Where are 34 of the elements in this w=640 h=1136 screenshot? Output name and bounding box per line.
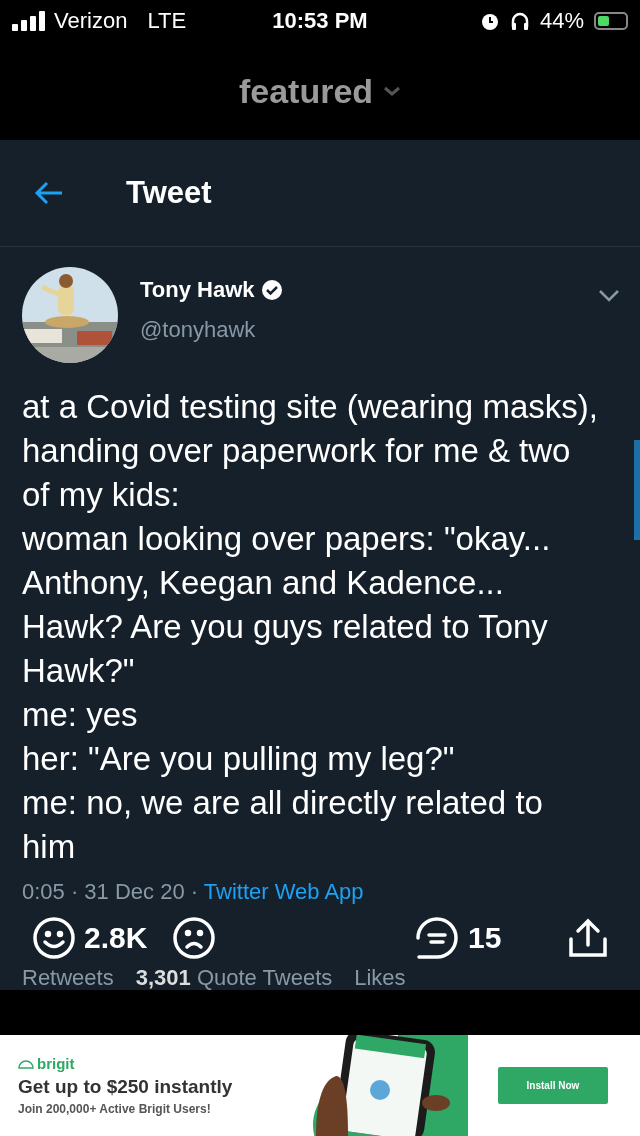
clock-time: 10:53 PM [272, 8, 368, 33]
scrollbar[interactable] [634, 440, 640, 540]
author-name[interactable]: Tony Hawk [140, 277, 255, 303]
install-button[interactable]: Install Now [498, 1067, 608, 1104]
chevron-down-icon[interactable] [598, 289, 620, 303]
share-icon[interactable] [567, 917, 609, 959]
tweet-timestamp: 0:05 · 31 Dec 20 · [22, 879, 200, 904]
author-handle[interactable]: @tonyhawk [140, 317, 576, 343]
tweet-text: at a Covid testing site (wearing masks), handing over paperwork for me & two of my kids: woman looking over papers: "okay... Anthony, Keegan and Kadence... Hawk? Are you guys related to Tony Hawk?" me: yes her: "Are you pulling my leg?" me: no, we are all directly related to him [22, 387, 599, 867]
battery-percent: 44% [539, 8, 584, 34]
reaction-count: 15 [468, 921, 502, 955]
ad-headline: Get up to $250 instantly [18, 1076, 234, 1098]
feed-title[interactable]: featured [238, 71, 374, 111]
battery-icon [594, 12, 628, 30]
alarm-icon [479, 11, 500, 31]
brand-logo-icon [18, 1058, 34, 1069]
chevron-down-icon[interactable] [383, 86, 402, 96]
tweet-stat[interactable]: Likes [354, 965, 406, 991]
ad-subline: Join 200,000+ Active Brigit Users! [18, 1102, 212, 1116]
signal-icon [12, 11, 46, 31]
brand-name: brigit [37, 1055, 75, 1072]
ad-banner[interactable]: brigit Get up to $250 instantly Join 200,000+ Active Brigit Users! Install Now [0, 1035, 640, 1136]
reaction-count: 2.8K [84, 921, 148, 955]
tweet-stat[interactable]: 3,301 Quote Tweets [135, 965, 333, 991]
back-arrow-icon[interactable] [34, 180, 64, 206]
carrier-name: Verizon [54, 8, 128, 34]
smile-icon[interactable] [32, 916, 76, 960]
headphones-icon [509, 11, 530, 31]
source-link[interactable]: Twitter Web App [203, 879, 364, 904]
comment-icon[interactable] [414, 915, 460, 961]
page-title: Tweet [126, 175, 212, 211]
network-type: LTE [147, 8, 187, 34]
frown-icon[interactable] [172, 916, 216, 960]
tweet-stat[interactable]: Retweets [22, 965, 114, 991]
